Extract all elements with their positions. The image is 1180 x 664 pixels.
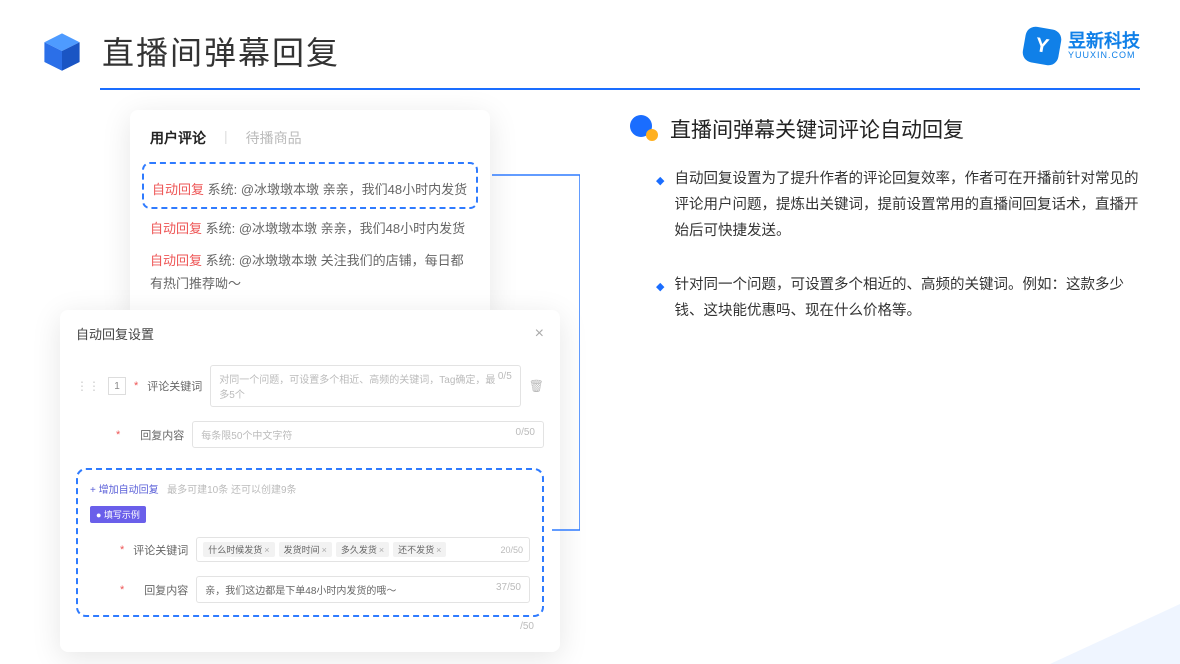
explanation-panel: 直播间弹幕关键词评论自动回复 ◆ 自动回复设置为了提升作者的评论回复效率，作者可…	[630, 110, 1140, 590]
example-kw-row: * 评论关键词 什么时候发货× 发货时间× 多久发货× 还不发货× 20/50	[90, 537, 530, 562]
kw-input[interactable]: 对同一个问题，可设置多个相近、高频的关键词，Tag确定，最多5个0/5	[210, 365, 520, 407]
delete-icon[interactable]: 🗑	[529, 379, 544, 393]
section-heading: 直播间弹幕关键词评论自动回复	[630, 114, 1140, 144]
auto-reply-tag: 自动回复	[152, 182, 204, 197]
bullet-item: ◆ 自动回复设置为了提升作者的评论回复效率，作者可在开播前针对常见的评论用户问题…	[630, 166, 1140, 244]
ex-kw-label: 评论关键词	[132, 542, 188, 558]
bullet-item: ◆ 针对同一个问题，可设置多个相近的、高频的关键词。例如：这款多少钱、这块能优惠…	[630, 272, 1140, 324]
logo-name: 昱新科技	[1068, 32, 1140, 50]
msg-text: 系统: @冰墩墩本墩 亲亲，我们48小时内发货	[202, 221, 465, 236]
tab-sep: |	[224, 128, 228, 148]
msg-text: 系统: @冰墩墩本墩 亲亲，我们48小时内发货	[204, 182, 467, 197]
cube-icon	[40, 29, 84, 73]
highlighted-message: 自动回复 系统: @冰墩墩本墩 亲亲，我们48小时内发货	[142, 162, 478, 209]
section-title: 直播间弹幕关键词评论自动回复	[670, 114, 964, 144]
close-icon[interactable]: ×	[535, 325, 544, 343]
keyword-row: ⋮⋮ 1 * 评论关键词 对同一个问题，可设置多个相近、高频的关键词，Tag确定…	[76, 365, 544, 407]
index-badge: 1	[108, 377, 126, 395]
content-row: * 回复内容 每条限50个中文字符0/50	[76, 421, 544, 448]
modal-title: 自动回复设置	[76, 324, 154, 343]
tab-comments[interactable]: 用户评论	[150, 128, 206, 148]
content-label: 回复内容	[128, 427, 184, 443]
bullet-text: 自动回复设置为了提升作者的评论回复效率，作者可在开播前针对常见的评论用户问题，提…	[674, 166, 1140, 244]
brand-logo: Y 昱新科技 YUUXIN.COM	[1024, 28, 1140, 64]
screenshot-collage: 用户评论 | 待播商品 自动回复 系统: @冰墩墩本墩 亲亲，我们48小时内发货…	[60, 110, 580, 590]
tail-count: /50	[76, 617, 544, 632]
add-hint: 最多可建10条 还可以创建9条	[167, 485, 296, 496]
logo-mark-icon: Y	[1021, 25, 1063, 67]
page-header: 直播间弹幕回复 Y 昱新科技 YUUXIN.COM	[0, 0, 1180, 74]
tab-products[interactable]: 待播商品	[246, 128, 302, 148]
bullet-text: 针对同一个问题，可设置多个相近的、高频的关键词。例如：这款多少钱、这块能优惠吗、…	[674, 272, 1140, 324]
diamond-icon: ◆	[656, 172, 664, 244]
required-mark: *	[134, 380, 138, 392]
comments-card: 用户评论 | 待播商品 自动回复 系统: @冰墩墩本墩 亲亲，我们48小时内发货…	[130, 110, 490, 318]
auto-reply-tag: 自动回复	[150, 253, 202, 268]
settings-modal: 自动回复设置 × ⋮⋮ 1 * 评论关键词 对同一个问题，可设置多个相近、高频的…	[60, 310, 560, 652]
tag-chip: 还不发货×	[393, 542, 446, 557]
example-content-row: * 回复内容 亲，我们这边都是下单48小时内发货的哦～37/50	[90, 576, 530, 603]
example-highlight: + 增加自动回复 最多可建10条 还可以创建9条 ● 填写示例 * 评论关键词 …	[76, 468, 544, 617]
blob-icon	[630, 115, 658, 143]
tag-chip: 发货时间×	[279, 542, 332, 557]
tag-chip: 什么时候发货×	[203, 542, 274, 557]
ex-kw-input[interactable]: 什么时候发货× 发货时间× 多久发货× 还不发货× 20/50	[196, 537, 530, 562]
add-rule-link[interactable]: + 增加自动回复	[90, 485, 159, 496]
modal-header: 自动回复设置 ×	[76, 324, 544, 351]
example-badge: ● 填写示例	[90, 506, 146, 523]
kw-label: 评论关键词	[146, 378, 202, 394]
required-mark: *	[116, 429, 120, 441]
diamond-icon: ◆	[656, 278, 664, 324]
ex-content-input[interactable]: 亲，我们这边都是下单48小时内发货的哦～37/50	[196, 576, 530, 603]
content-input[interactable]: 每条限50个中文字符0/50	[192, 421, 544, 448]
corner-decoration	[1050, 604, 1180, 664]
logo-sub: YUUXIN.COM	[1068, 50, 1140, 60]
drag-icon[interactable]: ⋮⋮	[76, 379, 100, 393]
page-title: 直播间弹幕回复	[102, 28, 340, 74]
ex-content-label: 回复内容	[132, 582, 188, 598]
auto-reply-tag: 自动回复	[150, 221, 202, 236]
tag-chip: 多久发货×	[336, 542, 389, 557]
tabs: 用户评论 | 待播商品	[150, 128, 470, 148]
